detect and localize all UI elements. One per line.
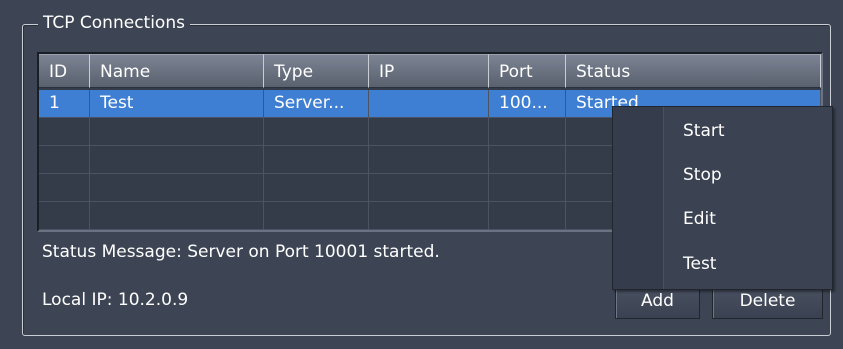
- cell-ip: [369, 90, 489, 118]
- cell-ip: [369, 118, 489, 146]
- cell-port: 100...: [489, 90, 566, 118]
- local-ip-value: 10.2.0.9: [117, 290, 189, 310]
- cell-ip: [369, 146, 489, 174]
- cell-id: 1: [39, 90, 90, 118]
- menu-item-edit[interactable]: Edit: [613, 199, 832, 239]
- cell-name: [90, 146, 264, 174]
- local-ip-label: Local IP:: [42, 290, 113, 310]
- cell-id: [39, 202, 90, 230]
- cell-port: [489, 146, 566, 174]
- cell-ip: [369, 174, 489, 202]
- cell-port: [489, 118, 566, 146]
- column-header-status[interactable]: Status: [566, 54, 821, 88]
- status-message: Status Message: Server on Port 10001 sta…: [42, 240, 440, 264]
- cell-type: [264, 174, 369, 202]
- cell-id: [39, 146, 90, 174]
- menu-item-test[interactable]: Test: [613, 244, 832, 284]
- cell-id: [39, 174, 90, 202]
- cell-type: Server...: [264, 90, 369, 118]
- cell-ip: [369, 202, 489, 230]
- status-message-value: Server on Port 10001 started.: [187, 242, 440, 262]
- column-header-id[interactable]: ID: [39, 54, 90, 88]
- cell-name: [90, 202, 264, 230]
- cell-port: [489, 174, 566, 202]
- menu-item-stop[interactable]: Stop: [613, 155, 832, 195]
- menu-item-start[interactable]: Start: [613, 111, 832, 151]
- cell-name: [90, 174, 264, 202]
- cell-name: [90, 118, 264, 146]
- cell-type: [264, 146, 369, 174]
- context-menu: Start Stop Edit Test: [612, 106, 833, 290]
- local-ip: Local IP: 10.2.0.9: [42, 288, 188, 312]
- column-header-ip[interactable]: IP: [369, 54, 489, 88]
- column-header-name[interactable]: Name: [90, 54, 264, 88]
- cell-type: [264, 202, 369, 230]
- cell-name: Test: [90, 90, 264, 118]
- group-title: TCP Connections: [38, 12, 190, 34]
- table-header: ID Name Type IP Port Status: [39, 54, 821, 90]
- cell-id: [39, 118, 90, 146]
- column-header-port[interactable]: Port: [489, 54, 566, 88]
- cell-type: [264, 118, 369, 146]
- cell-port: [489, 202, 566, 230]
- status-message-label: Status Message:: [42, 242, 182, 262]
- column-header-type[interactable]: Type: [264, 54, 369, 88]
